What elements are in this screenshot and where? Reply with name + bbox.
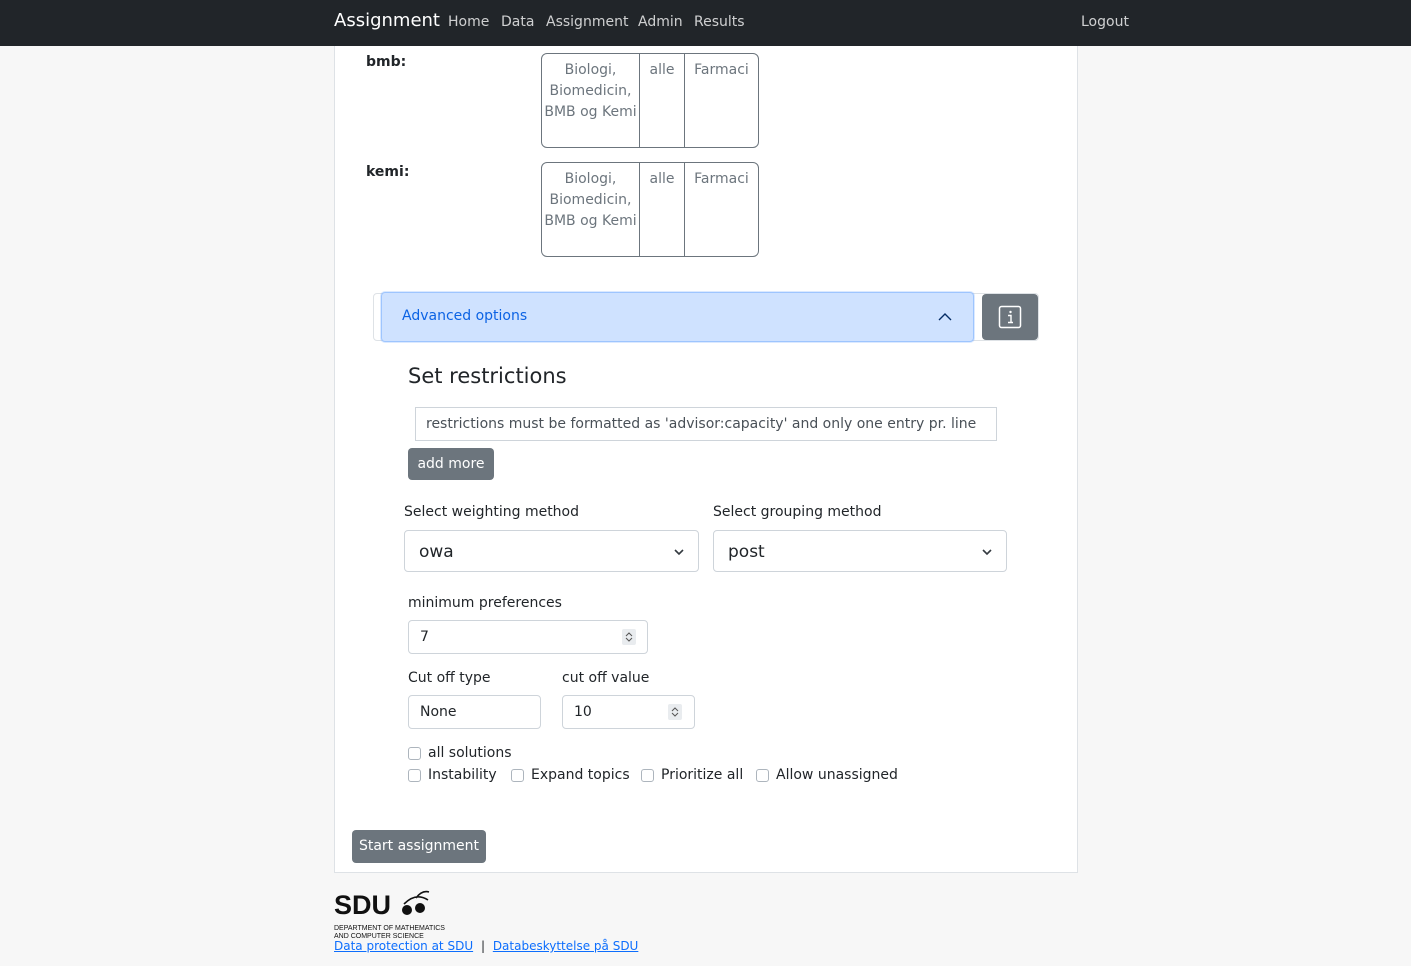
all-solutions-checkbox[interactable] bbox=[408, 746, 421, 760]
info-button[interactable] bbox=[982, 294, 1038, 340]
expand-topics-checkbox[interactable] bbox=[511, 768, 524, 782]
nav-link-home[interactable]: Home bbox=[448, 14, 489, 30]
footer-separator: | bbox=[480, 939, 485, 953]
program-option[interactable]: alle bbox=[640, 54, 685, 147]
grouping-method-select[interactable]: post bbox=[713, 530, 1007, 572]
program-option[interactable]: Farmaci bbox=[685, 54, 758, 147]
chevron-down-icon bbox=[982, 549, 992, 556]
cutoff-value-input[interactable]: 10 bbox=[562, 695, 695, 729]
grouping-method-value: post bbox=[728, 542, 765, 562]
all-solutions-label: all solutions bbox=[428, 745, 512, 761]
min-preferences-value: 7 bbox=[420, 629, 429, 645]
advanced-options-toggle[interactable]: Advanced options bbox=[381, 292, 974, 342]
number-spinner[interactable] bbox=[622, 629, 636, 645]
top-navbar: Assignment Home Data Assignment Admin Re… bbox=[0, 0, 1411, 46]
weighting-method-select[interactable]: owa bbox=[404, 530, 699, 572]
nav-link-admin[interactable]: Admin bbox=[638, 14, 683, 30]
program-option[interactable]: Farmaci bbox=[685, 163, 758, 256]
advanced-options-title: Advanced options bbox=[402, 308, 528, 324]
prioritize-all-option[interactable]: Prioritize all bbox=[641, 767, 743, 783]
restrictions-textarea[interactable]: restrictions must be formatted as 'advis… bbox=[415, 407, 997, 441]
spinner-arrows-icon bbox=[625, 632, 633, 642]
min-preferences-label: minimum preferences bbox=[408, 595, 562, 611]
nav-link-data[interactable]: Data bbox=[501, 14, 534, 30]
allow-unassigned-label: Allow unassigned bbox=[776, 767, 898, 783]
instability-checkbox[interactable] bbox=[408, 768, 421, 782]
cutoff-type-label: Cut off type bbox=[408, 670, 491, 686]
expand-topics-label: Expand topics bbox=[531, 767, 630, 783]
prioritize-all-label: Prioritize all bbox=[661, 767, 744, 783]
logo-text: SDU bbox=[334, 890, 391, 920]
number-spinner[interactable] bbox=[668, 704, 682, 720]
instability-option[interactable]: Instability bbox=[408, 767, 497, 783]
grouping-method-label: Select grouping method bbox=[713, 504, 882, 520]
footer-links: Data protection at SDU | Databeskyttelse… bbox=[334, 939, 638, 953]
logout-link[interactable]: Logout bbox=[1081, 14, 1129, 30]
allow-unassigned-option[interactable]: Allow unassigned bbox=[756, 767, 898, 783]
cutoff-type-input[interactable]: None bbox=[408, 695, 541, 729]
allow-unassigned-checkbox[interactable] bbox=[756, 768, 769, 782]
cutoff-value-value: 10 bbox=[574, 704, 592, 720]
sdu-logo: SDU DEPARTMENT OF MATHEMATICS AND COMPUT… bbox=[334, 890, 459, 940]
instability-label: Instability bbox=[428, 767, 497, 783]
cutoff-type-value: None bbox=[420, 704, 457, 720]
program-option[interactable]: Biologi, Biomedicin, BMB og Kemi bbox=[542, 54, 640, 147]
program-option[interactable]: alle bbox=[640, 163, 685, 256]
chevron-up-icon bbox=[938, 313, 952, 321]
add-more-button[interactable]: add more bbox=[408, 448, 494, 480]
prioritize-all-checkbox[interactable] bbox=[641, 768, 654, 782]
weighting-method-value: owa bbox=[419, 542, 454, 562]
spinner-arrows-icon bbox=[671, 707, 679, 717]
info-icon bbox=[998, 305, 1022, 329]
all-solutions-option[interactable]: all solutions bbox=[408, 745, 512, 761]
min-preferences-input[interactable]: 7 bbox=[408, 620, 648, 654]
databeskyttelse-link[interactable]: Databeskyttelse på SDU bbox=[493, 939, 639, 953]
program-label-kemi: kemi: bbox=[366, 164, 410, 180]
nav-link-results[interactable]: Results bbox=[694, 14, 745, 30]
start-assignment-button[interactable]: Start assignment bbox=[352, 830, 486, 863]
program-selection-bmb[interactable]: Biologi, Biomedicin, BMB og Kemi alle Fa… bbox=[541, 53, 759, 148]
nav-link-assignment[interactable]: Assignment bbox=[546, 14, 628, 30]
logo-subtitle-line1: DEPARTMENT OF MATHEMATICS bbox=[334, 925, 445, 932]
cutoff-value-label: cut off value bbox=[562, 670, 650, 686]
navbar-brand[interactable]: Assignment bbox=[334, 10, 440, 31]
chevron-down-icon bbox=[674, 549, 684, 556]
restrictions-heading: Set restrictions bbox=[408, 364, 567, 388]
expand-topics-option[interactable]: Expand topics bbox=[511, 767, 630, 783]
weighting-method-label: Select weighting method bbox=[404, 504, 580, 520]
program-selection-kemi[interactable]: Biologi, Biomedicin, BMB og Kemi alle Fa… bbox=[541, 162, 759, 257]
program-label-bmb: bmb: bbox=[366, 54, 407, 70]
data-protection-link[interactable]: Data protection at SDU bbox=[334, 939, 473, 953]
program-option[interactable]: Biologi, Biomedicin, BMB og Kemi bbox=[542, 163, 640, 256]
